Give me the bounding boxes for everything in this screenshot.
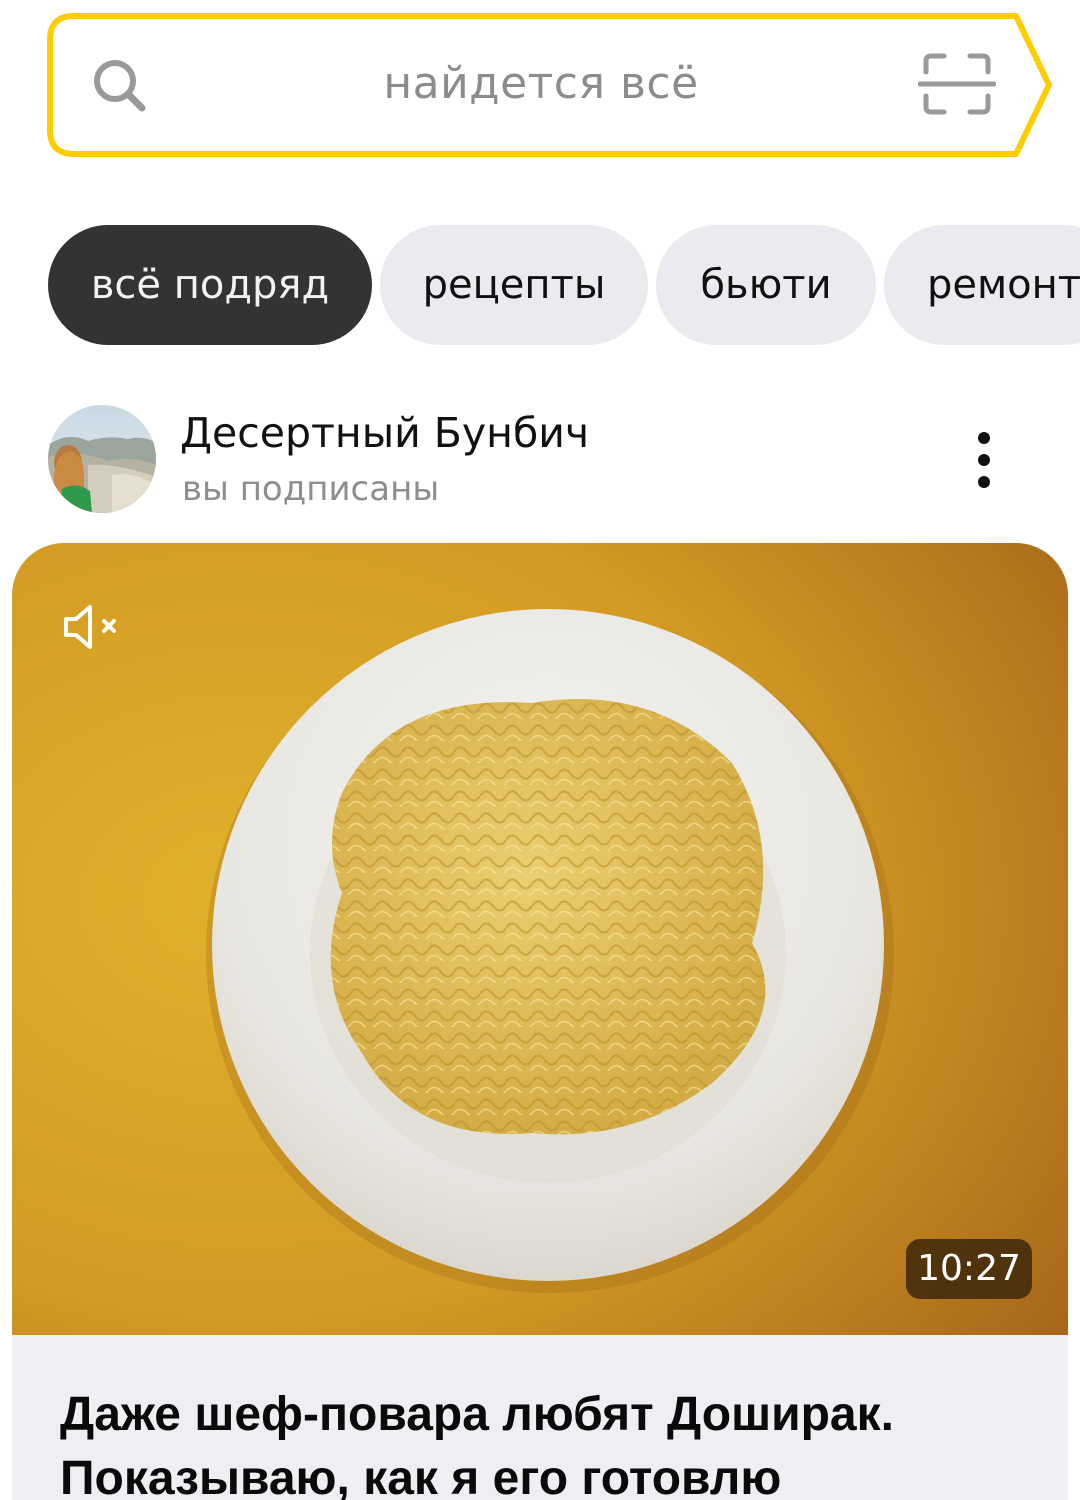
category-chips: всё подряд рецепты бьюти ремонт	[48, 225, 1080, 345]
post-title[interactable]: Даже шеф-повара любят Доширак. Показываю…	[60, 1383, 1040, 1500]
search-icon[interactable]	[92, 58, 148, 114]
volume-muted-icon[interactable]	[60, 599, 130, 655]
chip-repair[interactable]: ремонт	[884, 225, 1080, 345]
video-preview[interactable]: 10:27	[12, 543, 1068, 1335]
channel-name[interactable]: Десертный Бунбич	[180, 406, 589, 460]
subscription-status: вы подписаны	[182, 469, 440, 509]
post-card[interactable]: 10:27 Даже шеф-повара любят Доширак. Пок…	[12, 543, 1068, 1500]
search-bar[interactable]: найдется всё	[46, 12, 1056, 158]
search-input[interactable]: найдется всё	[196, 52, 886, 116]
chip-recipes[interactable]: рецепты	[380, 225, 648, 345]
noodles-thumbnail	[12, 543, 1068, 1335]
channel-avatar[interactable]	[48, 405, 156, 513]
chip-beauty[interactable]: бьюти	[656, 225, 876, 345]
feed-screen: найдется всё всё подряд рецепты бьюти ре…	[0, 0, 1080, 1500]
chip-all[interactable]: всё подряд	[48, 225, 372, 345]
video-duration-badge: 10:27	[906, 1239, 1032, 1299]
scan-icon[interactable]	[917, 52, 997, 116]
more-vertical-icon[interactable]	[960, 428, 1008, 492]
